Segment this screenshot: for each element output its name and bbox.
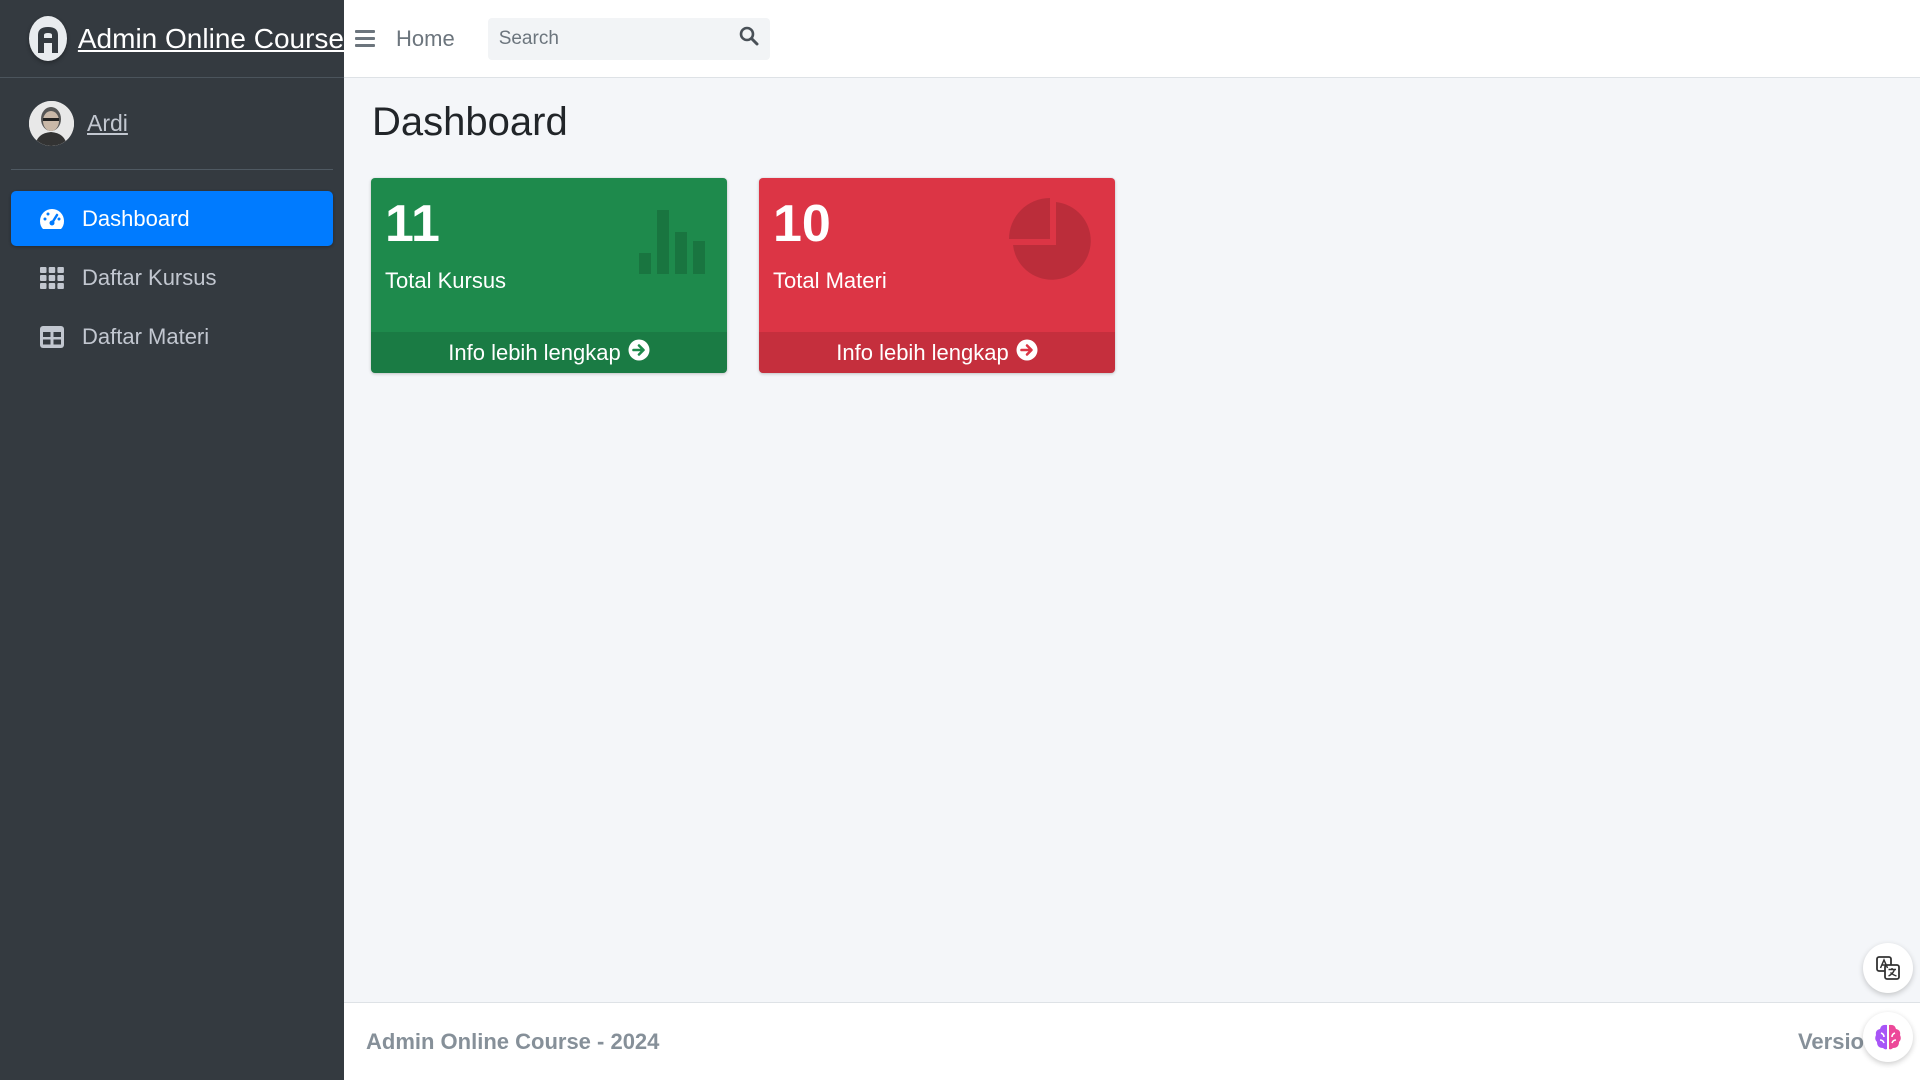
home-link[interactable]: Home xyxy=(396,26,455,52)
stat-card-total-kursus: 11 Total Kursus Info lebih lengkap xyxy=(371,178,727,373)
content-wrapper: Dashboard 11 Total Kursus Info lebih len… xyxy=(344,78,1920,1002)
sidebar-item-dashboard[interactable]: Dashboard xyxy=(11,191,333,246)
search-form xyxy=(487,17,770,60)
top-navbar: Home xyxy=(344,0,1920,78)
table-icon xyxy=(38,323,66,351)
arrow-circle-right-icon xyxy=(1016,339,1038,367)
page-title: Dashboard xyxy=(372,100,568,144)
brand-title[interactable]: Admin Online Course xyxy=(78,23,344,55)
sidebar-item-label: Dashboard xyxy=(82,205,190,231)
more-info-label: Info lebih lengkap xyxy=(836,339,1009,365)
sidebar: Admin Online Course Ardi Dashboard Dafta… xyxy=(0,0,344,1080)
footer-copyright: Admin Online Course - 2024 xyxy=(366,1028,660,1054)
more-info-link[interactable]: Info lebih lengkap xyxy=(371,332,727,373)
more-info-label: Info lebih lengkap xyxy=(448,339,621,365)
brain-icon[interactable] xyxy=(1863,1012,1913,1062)
sidebar-item-label: Daftar Kursus xyxy=(82,264,217,290)
user-panel: Ardi xyxy=(11,78,333,170)
search-input[interactable] xyxy=(498,27,719,50)
sidebar-item-daftar-materi[interactable]: Daftar Materi xyxy=(11,309,333,364)
menu-toggle-icon[interactable] xyxy=(355,30,375,47)
stat-value: 10 xyxy=(773,195,831,253)
arrow-circle-right-icon xyxy=(628,339,650,367)
more-info-link[interactable]: Info lebih lengkap xyxy=(759,332,1115,373)
main-footer: Admin Online Course - 2024 Versio xyxy=(344,1002,1920,1080)
sidebar-nav: Dashboard Daftar Kursus Daftar Materi xyxy=(0,191,344,364)
bar-chart-icon xyxy=(639,210,707,279)
footer-version: Versio xyxy=(1797,1028,1864,1054)
stat-label: Total Materi xyxy=(773,268,887,293)
translate-icon[interactable] xyxy=(1863,943,1913,993)
sidebar-item-label: Daftar Materi xyxy=(82,323,210,349)
search-icon[interactable] xyxy=(739,26,759,51)
brand-link[interactable]: Admin Online Course xyxy=(0,0,344,78)
pie-chart-icon xyxy=(1009,198,1095,289)
user-avatar xyxy=(29,101,74,146)
user-name[interactable]: Ardi xyxy=(87,110,128,137)
stat-label: Total Kursus xyxy=(385,268,507,293)
sidebar-item-daftar-kursus[interactable]: Daftar Kursus xyxy=(11,250,333,305)
tachometer-icon xyxy=(38,205,66,233)
brand-logo xyxy=(29,16,67,61)
grid-icon xyxy=(38,264,66,292)
stat-card-total-materi: 10 Total Materi Info lebih lengkap xyxy=(759,178,1115,373)
stat-value: 11 xyxy=(385,195,440,253)
